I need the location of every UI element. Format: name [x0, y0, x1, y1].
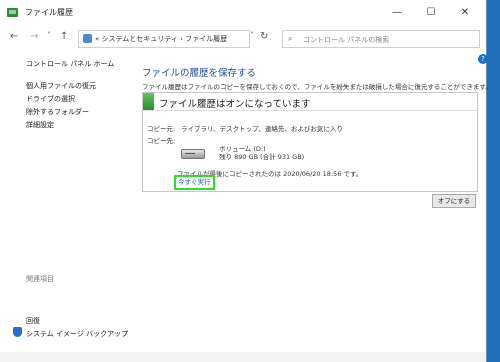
help-icon[interactable]: ?	[478, 54, 488, 64]
back-arrow-icon[interactable]: ←	[10, 31, 18, 42]
control-panel-icon	[83, 34, 92, 43]
run-now-link[interactable]: 今すぐ実行	[174, 175, 215, 190]
status-panel: ファイル履歴はオンになっています コピー元: ライブラリ、デスクトップ、連絡先、…	[142, 92, 478, 192]
window-title: ファイル履歴	[25, 8, 73, 17]
page-description: ファイル履歴はファイルのコピーを保存しておくので、ファイルを紛失または破損した場…	[142, 83, 492, 91]
recent-locations-icon[interactable]: ˅	[47, 31, 51, 40]
shield-icon	[13, 327, 22, 337]
sidebar-item-select-drive[interactable]: ドライブの選択	[26, 94, 75, 104]
related-heading: 関連項目	[26, 275, 54, 283]
file-history-icon	[7, 8, 18, 17]
control-panel-home-link[interactable]: コントロール パネル ホーム	[26, 59, 114, 69]
page-title: ファイルの履歴を保存する	[142, 68, 257, 79]
close-button[interactable]: ✕	[452, 4, 478, 22]
recovery-link[interactable]: 回復	[26, 316, 40, 326]
divider	[143, 110, 477, 111]
title-bar[interactable]: ファイル履歴 — ☐ ✕	[0, 0, 486, 26]
search-placeholder: コントロール パネルの検索	[303, 36, 390, 44]
drive-icon	[181, 149, 205, 159]
chevron-down-icon[interactable]: ˅	[250, 31, 254, 40]
breadcrumb[interactable]: « システムとセキュリティ › ファイル履歴	[78, 30, 250, 48]
file-history-window: ファイル履歴 — ☐ ✕ ← → ˅ ↑ « システムとセキュリティ › ファイ…	[0, 0, 492, 362]
sidebar-item-advanced-settings[interactable]: 詳細設定	[26, 120, 54, 130]
up-arrow-icon[interactable]: ↑	[60, 31, 68, 42]
refresh-icon[interactable]: ↻	[260, 31, 268, 42]
status-title: ファイル履歴はオンになっています	[159, 99, 311, 110]
breadcrumb-text: « システムとセキュリティ › ファイル履歴	[95, 35, 228, 43]
maximize-button[interactable]: ☐	[418, 4, 444, 22]
status-bar	[0, 352, 486, 362]
system-image-backup-link[interactable]: システム イメージ バックアップ	[26, 329, 128, 339]
drive-space: 残り 890 GB (合計 931 GB)	[219, 153, 305, 161]
sidebar-item-restore[interactable]: 個人用ファイルの復元	[26, 81, 96, 91]
search-input[interactable]: ⌕ コントロール パネルの検索	[282, 30, 480, 48]
status-indicator	[143, 93, 154, 110]
copy-from-label: コピー元:	[147, 125, 176, 133]
turn-off-button[interactable]: オフにする	[432, 194, 476, 208]
sidebar: コントロール パネル ホーム 個人用ファイルの復元 ドライブの選択 除外するフォ…	[0, 52, 130, 352]
copy-from-value: ライブラリ、デスクトップ、連絡先、およびお気に入り	[181, 125, 343, 133]
sidebar-item-exclude-folders[interactable]: 除外するフォルダー	[26, 107, 89, 117]
desktop-background	[486, 0, 500, 362]
minimize-button[interactable]: —	[384, 4, 410, 22]
address-bar-row: ← → ˅ ↑ « システムとセキュリティ › ファイル履歴 ˅ ↻ ⌕ コント…	[0, 28, 486, 50]
search-icon: ⌕	[288, 34, 293, 43]
copy-to-label: コピー先:	[147, 137, 176, 145]
forward-arrow-icon[interactable]: →	[30, 31, 38, 42]
